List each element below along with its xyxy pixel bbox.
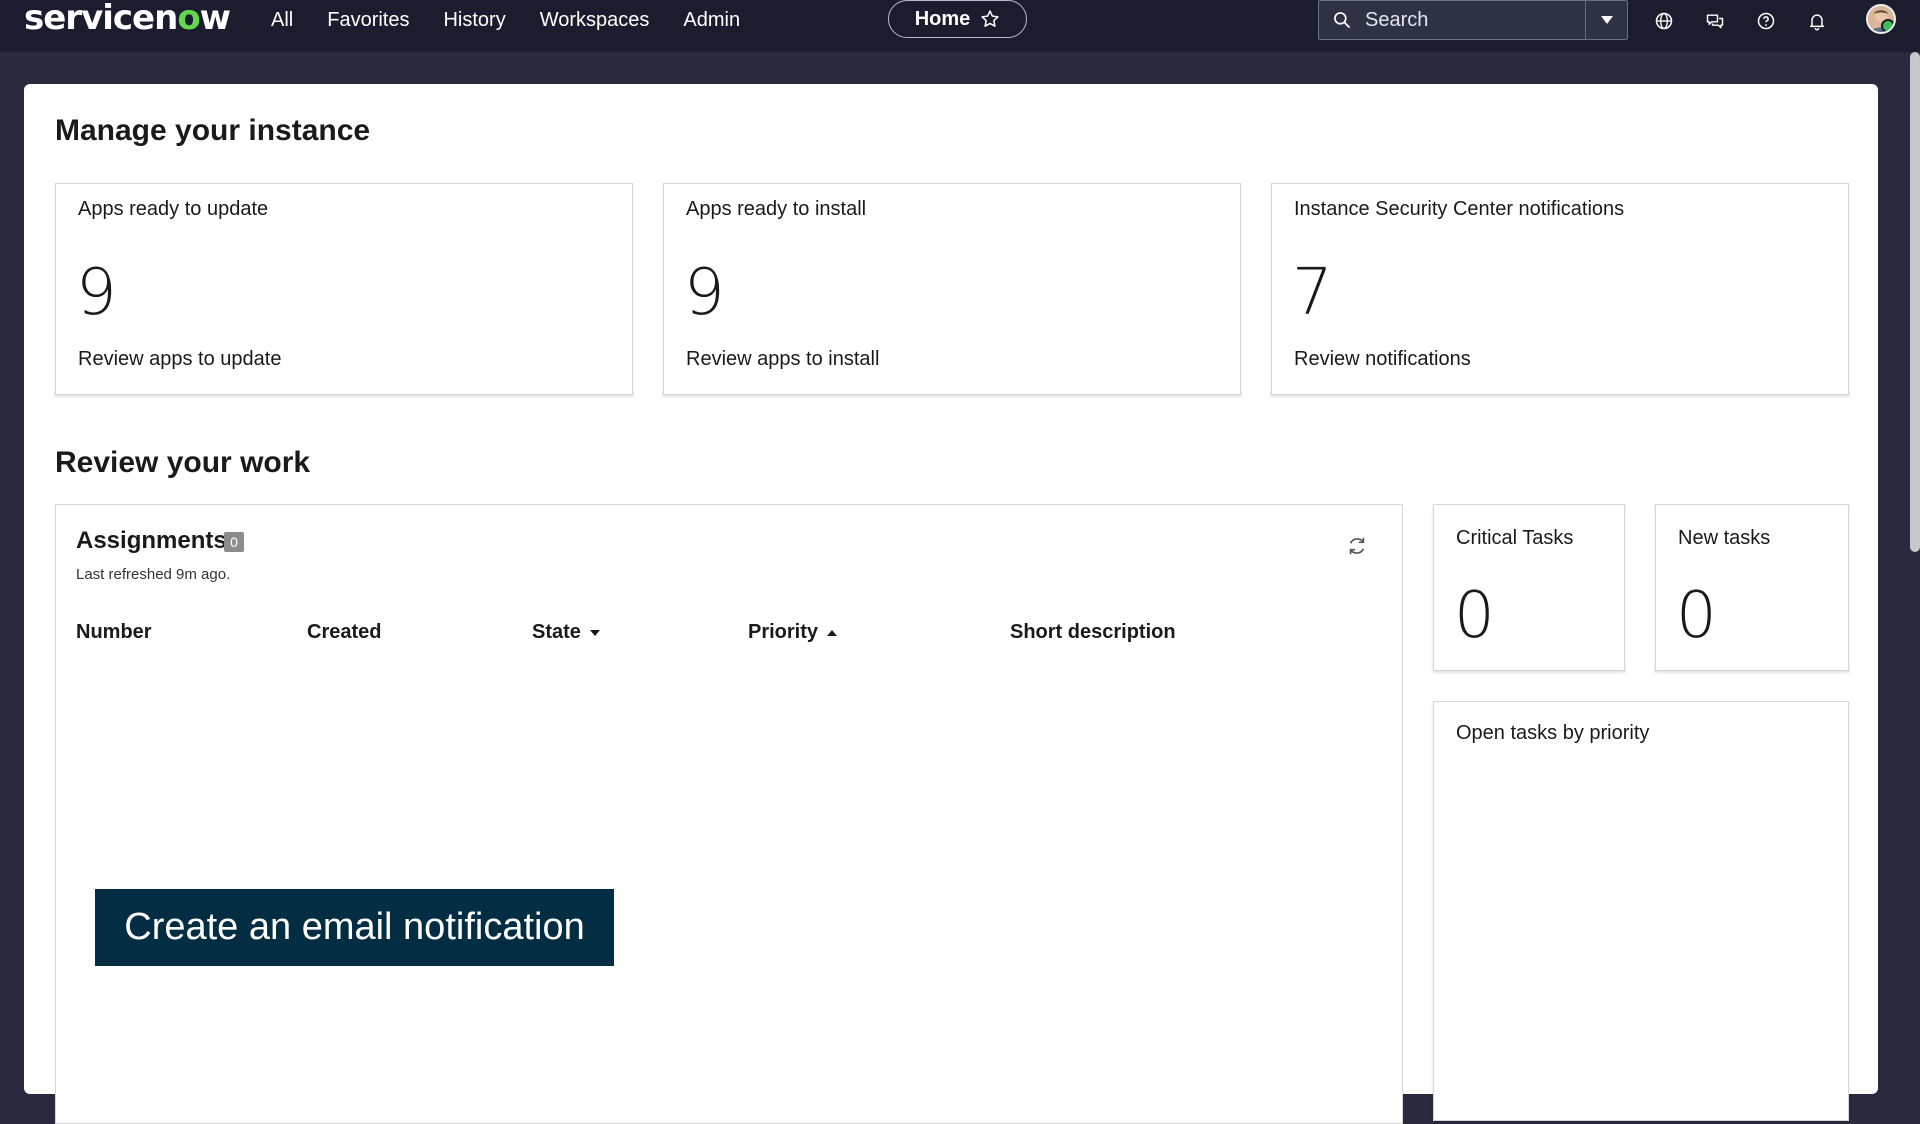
nav-item-all[interactable]: All xyxy=(254,8,310,32)
caption-overlay: Create an email notification xyxy=(95,889,614,966)
card-value: 9 xyxy=(76,256,117,330)
sort-ascending-icon xyxy=(827,629,838,636)
column-header-state[interactable]: State xyxy=(532,621,601,644)
card-title: New tasks xyxy=(1678,527,1771,549)
global-search[interactable]: Search xyxy=(1318,0,1628,40)
home-label: Home xyxy=(914,7,971,30)
card-apps-to-install[interactable]: Apps ready to install 9 Review apps to i… xyxy=(663,183,1241,395)
card-critical-tasks[interactable]: Critical Tasks 0 xyxy=(1433,504,1625,671)
card-value: 9 xyxy=(684,256,725,330)
search-input[interactable]: Search xyxy=(1365,9,1585,32)
home-button[interactable]: Home xyxy=(888,0,1027,38)
column-label: State xyxy=(532,621,581,643)
open-tasks-by-priority-widget: Open tasks by priority xyxy=(1433,701,1849,1121)
logo-text-end: w xyxy=(199,0,231,38)
column-label: Priority xyxy=(748,621,819,643)
card-title: Apps ready to install xyxy=(686,198,867,220)
column-label: Created xyxy=(307,621,382,643)
top-navigation-bar: servicenow All Favorites History Workspa… xyxy=(0,0,1920,52)
column-label: Number xyxy=(76,621,152,643)
servicenow-logo[interactable]: servicenow xyxy=(24,0,231,40)
column-header-short-description[interactable]: Short description xyxy=(1010,621,1176,644)
card-apps-to-update[interactable]: Apps ready to update 9 Review apps to up… xyxy=(55,183,633,395)
card-title: Apps ready to update xyxy=(78,198,269,220)
sort-descending-icon xyxy=(589,629,600,636)
caret-down-icon xyxy=(1600,16,1613,24)
review-apps-to-install-link[interactable]: Review apps to install xyxy=(686,348,879,371)
card-title: Instance Security Center notifications xyxy=(1294,198,1625,220)
star-icon[interactable] xyxy=(980,9,1000,29)
nav-item-admin[interactable]: Admin xyxy=(666,8,757,32)
logo-text: servicen xyxy=(24,0,178,38)
column-label: Short description xyxy=(1010,621,1176,643)
nav-item-favorites[interactable]: Favorites xyxy=(310,8,426,32)
card-security-notifications[interactable]: Instance Security Center notifications 7… xyxy=(1271,183,1849,395)
bell-icon[interactable] xyxy=(1803,8,1831,34)
logo-text-o: o xyxy=(177,0,200,38)
card-title: Critical Tasks xyxy=(1456,527,1574,549)
search-icon xyxy=(1319,10,1365,30)
help-icon[interactable] xyxy=(1752,8,1780,34)
review-apps-to-update-link[interactable]: Review apps to update xyxy=(78,348,281,371)
manage-instance-heading: Manage your instance xyxy=(55,114,371,147)
column-header-priority[interactable]: Priority xyxy=(748,621,838,644)
review-notifications-link[interactable]: Review notifications xyxy=(1294,348,1471,371)
card-value: 0 xyxy=(1676,579,1717,653)
review-work-heading: Review your work xyxy=(55,446,311,479)
widget-title: Open tasks by priority xyxy=(1456,722,1650,744)
assignments-widget: Assignments 0 Last refreshed 9m ago. Num… xyxy=(55,504,1403,1124)
card-new-tasks[interactable]: New tasks 0 xyxy=(1655,504,1849,671)
main-nav: All Favorites History Workspaces Admin xyxy=(254,8,757,32)
assignments-title: Assignments xyxy=(76,527,227,554)
globe-icon[interactable] xyxy=(1650,8,1678,34)
nav-item-history[interactable]: History xyxy=(426,8,522,32)
card-value: 7 xyxy=(1292,256,1333,330)
last-refreshed-text: Last refreshed 9m ago. xyxy=(76,566,231,583)
user-avatar[interactable] xyxy=(1866,4,1896,34)
assignments-count-badge: 0 xyxy=(224,532,244,552)
card-value: 0 xyxy=(1454,579,1495,653)
search-scope-dropdown[interactable] xyxy=(1585,1,1627,39)
online-status-icon xyxy=(1881,19,1894,32)
column-header-number[interactable]: Number xyxy=(76,621,152,644)
nav-item-workspaces[interactable]: Workspaces xyxy=(523,8,667,32)
column-header-created[interactable]: Created xyxy=(307,621,381,644)
refresh-icon[interactable] xyxy=(1346,535,1368,557)
page-scrollbar[interactable] xyxy=(1910,52,1920,552)
chat-icon[interactable] xyxy=(1701,8,1729,34)
header-icons xyxy=(1650,8,1831,34)
